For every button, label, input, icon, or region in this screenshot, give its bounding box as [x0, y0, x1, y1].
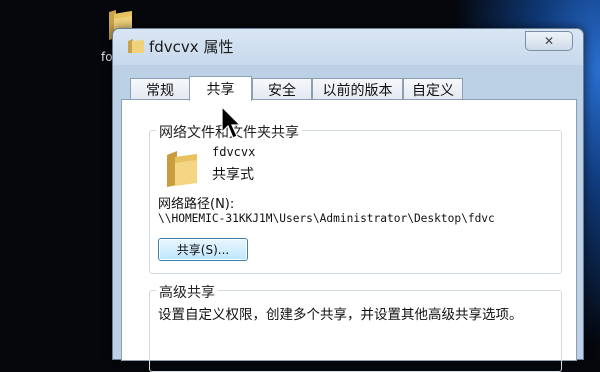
share-status: 共享式 [212, 167, 254, 183]
share-button[interactable]: 共享(S)... [158, 238, 248, 261]
close-button[interactable]: ✕ [525, 31, 573, 51]
shared-folder-icon [167, 151, 197, 187]
advanced-sharing-description: 设置自定义权限，创建多个共享，并设置其他高级共享选项。 [158, 307, 523, 323]
tab-general[interactable]: 常规 [130, 78, 190, 100]
folder-icon [128, 39, 144, 53]
network-path-label: 网络路径(N): [158, 197, 235, 212]
network-sharing-group: 网络文件和文件夹共享 fdvcvx 共享式 网络路径(N): \\HOMEMIC… [149, 122, 562, 274]
tab-sharing[interactable]: 共享 [189, 76, 252, 101]
advanced-sharing-title: 高级共享 [156, 282, 218, 302]
network-path-value[interactable]: \\HOMEMIC-31KKJ1M\Users\Administrator\De… [158, 212, 495, 225]
close-icon: ✕ [543, 34, 555, 48]
desktop-folder-label[interactable]: fo [101, 50, 113, 64]
tab-previous-versions[interactable]: 以前的版本 [312, 78, 403, 100]
tab-security[interactable]: 安全 [252, 78, 312, 100]
properties-dialog: fdvcvx 属性 ✕ 常规 共享 安全 以前的版本 自定义 网络文件和文件夹共… [112, 28, 584, 372]
window-title: fdvcvx 属性 [149, 38, 234, 56]
sharing-tab-panel: 网络文件和文件夹共享 fdvcvx 共享式 网络路径(N): \\HOMEMIC… [121, 99, 577, 372]
advanced-sharing-group: 高级共享 设置自定义权限，创建多个共享，并设置其他高级共享选项。 [149, 282, 562, 372]
mouse-pointer-icon [221, 106, 242, 139]
shared-folder-name: fdvcvx [212, 145, 256, 159]
tab-customize[interactable]: 自定义 [403, 78, 463, 100]
